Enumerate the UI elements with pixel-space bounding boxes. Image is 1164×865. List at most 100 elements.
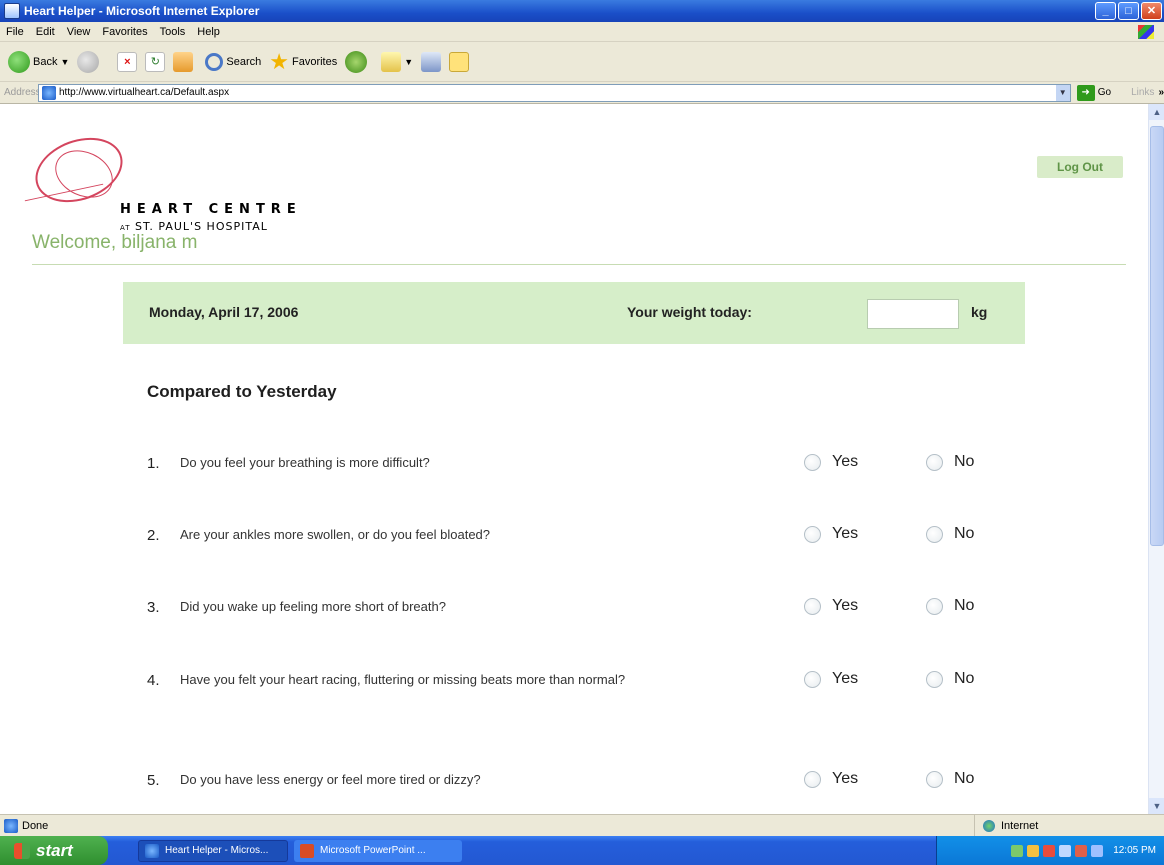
messenger-tray-icon[interactable] <box>1091 844 1104 857</box>
answer-no-option[interactable]: No <box>926 670 974 688</box>
home-button[interactable] <box>173 51 194 72</box>
answer-no-option[interactable]: No <box>926 597 974 615</box>
task-label: Heart Helper - Micros... <box>165 845 269 856</box>
question-number: 2. <box>147 527 160 544</box>
yes-label: Yes <box>832 597 859 614</box>
weight-input[interactable] <box>867 299 959 329</box>
header-divider <box>32 264 1126 265</box>
stop-button[interactable]: × <box>117 51 138 72</box>
menu-bar: File Edit View Favorites Tools Help <box>0 22 1164 42</box>
back-dropdown-icon[interactable]: ▼ <box>60 57 69 67</box>
search-label: Search <box>226 55 262 68</box>
taskbar-item-powerpoint[interactable]: Microsoft PowerPoint ... <box>294 839 462 862</box>
mail-icon <box>381 51 402 72</box>
minimize-button[interactable]: _ <box>1095 2 1116 20</box>
windows-taskbar: start Heart Helper - Micros... Microsoft… <box>0 836 1164 865</box>
date-weight-bar: Monday, April 17, 2006 Your weight today… <box>123 282 1025 344</box>
question-number: 3. <box>147 599 160 616</box>
links-label[interactable]: Links <box>1131 87 1154 98</box>
links-more-icon[interactable]: » <box>1158 87 1164 98</box>
mail-button[interactable]: ▼ <box>381 51 413 72</box>
start-button[interactable]: start <box>0 836 108 865</box>
logo-prefix: AT <box>120 224 131 232</box>
no-radio[interactable] <box>926 670 943 688</box>
question-text: Do you have less energy or feel more tir… <box>180 772 481 787</box>
logout-button[interactable]: Log Out <box>1037 156 1123 178</box>
yes-radio[interactable] <box>804 525 821 543</box>
menu-edit[interactable]: Edit <box>30 26 61 38</box>
status-text: Done <box>22 819 49 832</box>
close-button[interactable]: ✕ <box>1141 2 1162 20</box>
history-button[interactable] <box>345 50 368 73</box>
start-label: start <box>36 840 73 860</box>
search-button[interactable]: Search <box>205 52 262 71</box>
yes-label: Yes <box>832 670 859 687</box>
yes-radio[interactable] <box>804 670 821 688</box>
answer-yes-option[interactable]: Yes <box>804 670 858 688</box>
volume-tray-icon[interactable] <box>1059 844 1072 857</box>
maximize-button[interactable]: □ <box>1118 2 1139 20</box>
answer-no-option[interactable]: No <box>926 525 974 543</box>
address-url[interactable]: http://www.virtualheart.ca/Default.aspx <box>59 87 1056 98</box>
go-button[interactable]: ➜ Go <box>1076 84 1111 101</box>
question-number: 4. <box>147 672 160 689</box>
no-radio[interactable] <box>926 453 943 471</box>
yes-label: Yes <box>832 453 859 470</box>
answer-yes-option[interactable]: Yes <box>804 597 858 615</box>
page-icon <box>42 85 56 100</box>
yes-radio[interactable] <box>804 770 821 788</box>
no-radio[interactable] <box>926 525 943 543</box>
answer-yes-option[interactable]: Yes <box>804 525 858 543</box>
current-date: Monday, April 17, 2006 <box>149 304 299 320</box>
yes-label: Yes <box>832 525 859 542</box>
taskbar-item-heart-helper[interactable]: Heart Helper - Micros... <box>138 839 288 862</box>
page-done-icon <box>4 818 18 833</box>
yes-radio[interactable] <box>804 453 821 471</box>
system-tray: 12:05 PM <box>936 836 1164 865</box>
favorites-button[interactable]: ★ Favorites <box>269 50 337 73</box>
no-label: No <box>954 453 975 470</box>
no-label: No <box>954 670 975 687</box>
question-text: Are your ankles more swollen, or do you … <box>180 527 491 542</box>
notes-icon <box>449 51 470 72</box>
vertical-scrollbar[interactable]: ▲ ▼ <box>1148 104 1164 814</box>
question-text: Do you feel your breathing is more diffi… <box>180 455 430 470</box>
no-radio[interactable] <box>926 597 943 615</box>
network-tray-icon[interactable] <box>1011 844 1024 857</box>
menu-help[interactable]: Help <box>191 26 226 38</box>
menu-favorites[interactable]: Favorites <box>96 26 153 38</box>
print-button[interactable] <box>421 51 442 72</box>
ie-task-icon <box>145 843 159 858</box>
weight-label: Your weight today: <box>627 304 752 320</box>
internet-globe-icon <box>983 819 995 832</box>
app-tray-icon[interactable] <box>1075 844 1088 857</box>
welcome-message: Welcome, biljana m <box>32 232 198 253</box>
answer-yes-option[interactable]: Yes <box>804 770 858 788</box>
alert-tray-icon[interactable] <box>1043 844 1056 857</box>
answer-no-option[interactable]: No <box>926 453 974 471</box>
menu-file[interactable]: File <box>0 26 30 38</box>
menu-view[interactable]: View <box>61 26 97 38</box>
address-bar: Address http://www.virtualheart.ca/Defau… <box>0 82 1164 104</box>
refresh-button[interactable]: ↻ <box>145 51 166 72</box>
back-button[interactable]: Back ▼ <box>8 50 69 73</box>
answer-yes-option[interactable]: Yes <box>804 453 858 471</box>
scroll-up-icon[interactable]: ▲ <box>1149 104 1164 120</box>
question-number: 1. <box>147 455 160 472</box>
address-input[interactable]: http://www.virtualheart.ca/Default.aspx … <box>38 83 1071 102</box>
answer-no-option[interactable]: No <box>926 770 974 788</box>
scroll-down-icon[interactable]: ▼ <box>1149 798 1164 814</box>
no-label: No <box>954 597 975 614</box>
notes-button[interactable] <box>449 51 470 72</box>
menu-tools[interactable]: Tools <box>154 26 192 38</box>
no-radio[interactable] <box>926 770 943 788</box>
yes-radio[interactable] <box>804 597 821 615</box>
history-icon <box>345 50 368 73</box>
shield-tray-icon[interactable] <box>1027 844 1040 857</box>
scrollbar-thumb[interactable] <box>1150 126 1164 546</box>
weight-unit: kg <box>971 304 988 320</box>
ie-app-icon <box>4 3 20 19</box>
address-dropdown-icon[interactable]: ▼ <box>1055 84 1070 101</box>
mail-dropdown-icon[interactable]: ▼ <box>404 57 413 67</box>
forward-button[interactable] <box>77 50 100 73</box>
